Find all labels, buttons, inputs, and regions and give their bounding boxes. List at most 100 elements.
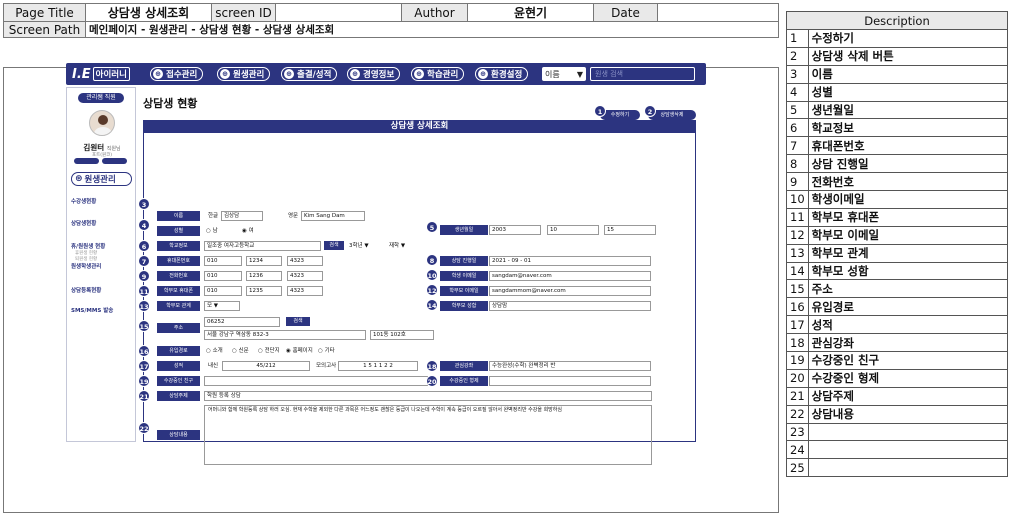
address-input[interactable]: 서울 강남구 역삼동 832-3 <box>204 330 366 340</box>
description-row: 15 주소 <box>786 279 1009 299</box>
row-label <box>807 440 1009 460</box>
user-name-text: 김원터 <box>83 143 105 152</box>
row-number: 25 <box>786 458 809 478</box>
logout-button[interactable] <box>102 158 127 164</box>
address-detail-input[interactable]: 101동 102호 <box>370 330 434 340</box>
search-type-select[interactable]: 이름 ▼ <box>542 67 586 81</box>
sidebar: 관리쌤 직원 김원터 직원님 포트(원코) ⊛ 원생관리 수강생현황 상담생현황 … <box>66 87 136 442</box>
birth-year-select[interactable]: 2003 <box>489 225 541 235</box>
sibling-input[interactable] <box>489 376 651 386</box>
sidebar-item-students[interactable]: 원생학생관리 <box>71 262 101 270</box>
parent-phone-3-input[interactable]: 4323 <box>287 286 323 296</box>
parent-name-input[interactable]: 상담맘 <box>489 301 651 311</box>
status-value: 재학 <box>389 243 400 249</box>
relation-select[interactable]: 모 ▼ <box>204 301 240 311</box>
description-row: 3 이름 <box>786 64 1009 84</box>
zip-input[interactable]: 06252 <box>204 317 280 327</box>
nav-management[interactable]: ⊕ 경영정보 <box>347 67 401 81</box>
score-label: 성적 <box>157 361 200 371</box>
status-select[interactable]: 재학 ▼ <box>389 241 405 251</box>
parent-phone-label: 학부모 휴대폰 <box>157 286 200 296</box>
content-textarea[interactable]: 어머니와 함께 학원등록 상담 하러 오심. 현재 수학을 제외한 다른 과목은… <box>204 405 652 465</box>
name-kor-input[interactable]: 김상담 <box>221 211 263 221</box>
row-number: 14 <box>786 261 809 281</box>
school-input[interactable]: 일조중 여자고등학교 <box>204 241 321 251</box>
tel-1-input[interactable]: 010 <box>204 271 242 281</box>
description-row: 5 생년월일 <box>786 100 1009 120</box>
school-score-input[interactable]: 45/212 <box>222 361 310 371</box>
route-homepage-radio[interactable]: ◉ 홈페이지 <box>286 346 313 356</box>
nav-learning[interactable]: ⊕ 학습관리 <box>411 67 465 81</box>
zip-search-button[interactable]: 검색 <box>286 317 310 326</box>
gender-male-radio[interactable]: ○ 남 <box>206 226 218 236</box>
parent-phone-2-input[interactable]: 1235 <box>246 286 282 296</box>
page-title: 상담생 상세조회 <box>85 3 212 22</box>
sidebar-item-consult[interactable]: 상담생현황 <box>71 219 96 227</box>
description-row: 9 전화번호 <box>786 172 1009 192</box>
edit-button[interactable]: 수정하기 <box>600 110 640 120</box>
student-search-input[interactable]: 원생 검색 <box>590 67 695 81</box>
tel-3-input[interactable]: 4323 <box>287 271 323 281</box>
date-label: Date <box>593 3 658 22</box>
nav-students[interactable]: ⊕ 원생관리 <box>217 67 271 81</box>
nav-dot-icon: ⊕ <box>478 69 488 79</box>
date-value <box>657 3 779 22</box>
address-label: 주소 <box>157 323 200 333</box>
school-search-button[interactable]: 검색 <box>324 241 344 250</box>
mock-score-input[interactable]: 1 5 1 1 2 2 <box>338 361 418 371</box>
name-eng-input[interactable]: Kim Sang Dam <box>301 211 365 221</box>
route-referral-radio[interactable]: ○ 소개 <box>206 346 223 356</box>
row-label <box>807 458 1009 478</box>
parent-name-label: 학부모 성함 <box>440 301 488 311</box>
sidebar-item-enrolled[interactable]: 수강생현황 <box>71 197 96 205</box>
parent-email-input[interactable]: sangdammom@naver.com <box>489 286 651 296</box>
route-newspaper-radio[interactable]: ○ 신문 <box>232 346 249 356</box>
row-number: 17 <box>786 315 809 335</box>
row-number: 10 <box>786 190 809 209</box>
interest-input[interactable]: 수능완성(수학) 완벽정리 반 <box>489 361 651 371</box>
gender-female-radio[interactable]: ◉ 여 <box>242 226 254 236</box>
consult-date-input[interactable]: 2021 - 09 - 01 <box>489 256 651 266</box>
friend-input[interactable] <box>204 376 428 386</box>
birth-month-select[interactable]: 10 <box>547 225 599 235</box>
sidebar-item-sms[interactable]: SMS/MMS 발송 <box>71 306 113 314</box>
app-logo[interactable]: I.E 아이러니 <box>72 66 130 82</box>
sidebar-item-registration[interactable]: 상담등록현황 <box>71 286 101 294</box>
description-row: 19 수강중인 친구 <box>786 351 1009 370</box>
parent-phone-1-input[interactable]: 010 <box>204 286 242 296</box>
relation-label: 학부모 관계 <box>157 301 200 311</box>
route-other-radio[interactable]: ○ 기타 <box>318 346 335 356</box>
row-label: 상담주제 <box>807 386 1009 406</box>
phone-1-input[interactable]: 010 <box>204 256 242 266</box>
tel-2-input[interactable]: 1236 <box>246 271 282 281</box>
nav-attendance[interactable]: ⊕ 출결/성적 <box>281 67 338 81</box>
screen-id-label: screen ID <box>211 3 276 22</box>
row-label: 상담생 삭제 버튼 <box>807 46 1009 66</box>
row-label: 유입경로 <box>807 297 1009 317</box>
user-buttons <box>74 158 127 164</box>
birth-day-select[interactable]: 15 <box>604 225 656 235</box>
interest-label: 관심강좌 <box>440 361 488 371</box>
grade-select[interactable]: 3학년 ▼ <box>349 241 369 251</box>
logo-text: 아이러니 <box>92 67 130 81</box>
row-number: 16 <box>786 297 809 317</box>
route-flyer-radio[interactable]: ○ 전단지 <box>258 346 280 356</box>
row-label: 학부모 이메일 <box>807 225 1009 245</box>
row-number: 3 <box>786 64 809 84</box>
nav-label: 경영정보 <box>363 70 395 80</box>
grade-value: 3학년 <box>349 243 363 249</box>
callout-badge: 19 <box>138 375 150 387</box>
subject-input[interactable]: 학원 등록 상담 <box>204 391 652 401</box>
nav-intake[interactable]: ⊕ 접수관리 <box>150 67 204 81</box>
phone-2-input[interactable]: 1234 <box>246 256 282 266</box>
callout-badge: 5 <box>426 221 438 233</box>
sidebar-item-leave[interactable]: 휴/원원생 현황 <box>71 242 105 250</box>
subject-label: 상담주제 <box>157 391 200 401</box>
email-input[interactable]: sangdam@naver.com <box>489 271 651 281</box>
phone-3-input[interactable]: 4323 <box>287 256 323 266</box>
relation-value: 모 <box>207 303 213 309</box>
description-row: 20 수강중인 형제 <box>786 368 1009 388</box>
nav-settings[interactable]: ⊕ 환경설정 <box>475 67 529 81</box>
profile-button[interactable] <box>74 158 99 164</box>
callout-badge: 4 <box>138 219 150 231</box>
